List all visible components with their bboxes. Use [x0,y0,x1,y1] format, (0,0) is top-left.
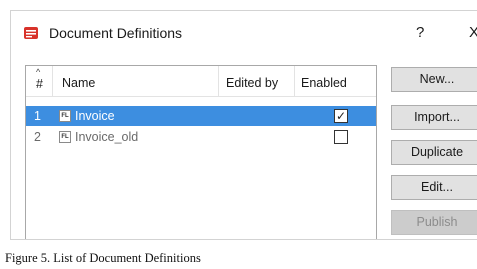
list-row[interactable]: 2 FL Invoice_old [26,127,376,147]
column-header-edited-by[interactable]: Edited by [218,66,294,96]
import-button[interactable]: Import... [391,105,477,130]
column-header-enabled[interactable]: Enabled [294,66,377,96]
column-enabled-label: Enabled [301,76,347,90]
column-edited-by-label: Edited by [226,76,279,90]
column-header-number[interactable]: ^ # [26,66,52,96]
sort-ascending-icon: ^ [36,67,41,77]
row-number: 2 [34,130,41,144]
title-bar: Document Definitions ? X [11,11,477,55]
app-logo-icon [24,27,38,39]
row-number: 1 [34,109,41,123]
duplicate-button[interactable]: Duplicate [391,140,477,165]
document-definitions-window: Document Definitions ? X ^ # Name Edited… [10,10,477,240]
document-definition-icon: FL [59,131,71,143]
publish-button[interactable]: Publish [391,210,477,235]
enabled-checkbox[interactable] [334,130,348,144]
list-header: ^ # Name Edited by Enabled [26,66,376,97]
list-row[interactable]: 1 FL Invoice ✓ [26,106,376,126]
column-number-label: # [36,77,43,91]
new-button[interactable]: New... [391,67,477,92]
column-header-name[interactable]: Name [52,66,219,96]
document-definition-icon: FL [59,110,71,122]
column-name-label: Name [62,76,96,90]
close-button[interactable]: X [469,24,477,41]
figure-caption: Figure 5. List of Document Definitions [5,251,201,265]
window-title: Document Definitions [49,25,183,41]
help-button[interactable]: ? [416,24,424,41]
row-name: Invoice_old [75,130,139,144]
edit-button[interactable]: Edit... [391,175,477,200]
definitions-list[interactable]: ^ # Name Edited by Enabled 1 FL Invoice … [25,65,377,239]
enabled-checkbox[interactable]: ✓ [334,109,348,123]
row-name: Invoice [75,109,115,123]
